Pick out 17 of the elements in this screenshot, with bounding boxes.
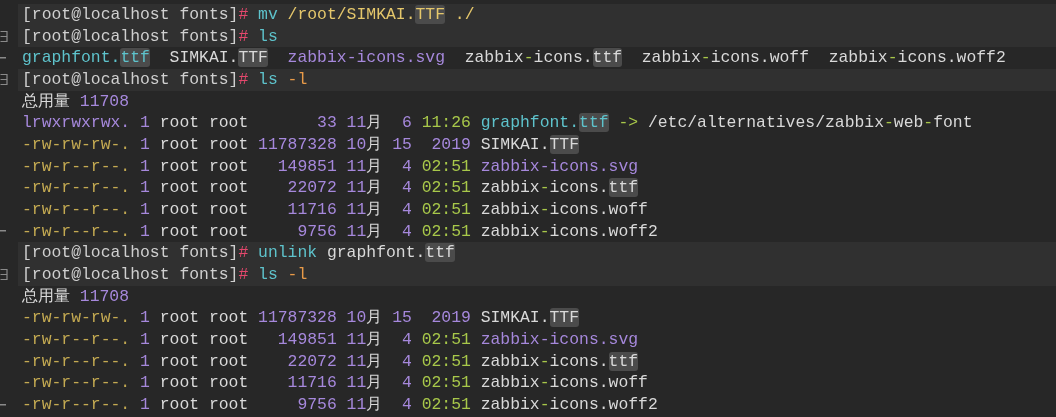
output-line: -rw-r--r--. 1 root root 9756 11月 4 02:51 zabbix-icons.woff2 (21, 393, 659, 416)
output-line: graphfont.ttf SIMKAI.TTF zabbix-icons.svg zabbix-icons.ttf zabbix-icons.woff zabbix-icons.woff2 (21, 47, 1007, 69)
output-line: -rw-r--r--. 1 root root 149851 11月 4 02:51 zabbix-icons.svg (21, 328, 640, 351)
output-line: -rw-r--r--. 1 root root 11716 11月 4 02:51 zabbix-icons.woff (21, 198, 649, 221)
output-line: -rw-r--r--. 1 root root 11716 11月 4 02:51 zabbix-icons.woff (21, 372, 649, 394)
output-line: -rw-r--r--. 1 root root 22072 11月 4 02:51 zabbix-icons.ttf (21, 177, 640, 199)
collapse-icon[interactable] (0, 31, 8, 42)
output-line: -rw-rw-rw-. 1 root root 11787328 10月 15 2019 SIMKAI.TTF (21, 307, 581, 329)
output-line: lrwxrwxrwx. 1 root root 33 11月 6 11:26 graphfont.ttf -> /etc/alternatives/zabbix-web-font (21, 112, 974, 134)
collapse-icon[interactable] (0, 74, 8, 86)
output-line: -rw-r--r--. 1 root root 9756 11月 4 02:51 zabbix-icons.woff2 (21, 220, 659, 243)
output-line: -rw-rw-rw-. 1 root root 11787328 10月 15 2019 SIMKAI.TTF (21, 133, 581, 156)
output-line: -rw-r--r--. 1 root root 149851 11月 4 02:51 zabbix-icons.svg (21, 155, 640, 178)
output-line: 总用量 11708 (21, 90, 131, 113)
collapse-icon[interactable] (0, 269, 8, 281)
output-line: -rw-r--r--. 1 root root 22072 11月 4 02:51 zabbix-icons.ttf (21, 350, 640, 373)
output-line: 总用量 11708 (21, 285, 131, 308)
